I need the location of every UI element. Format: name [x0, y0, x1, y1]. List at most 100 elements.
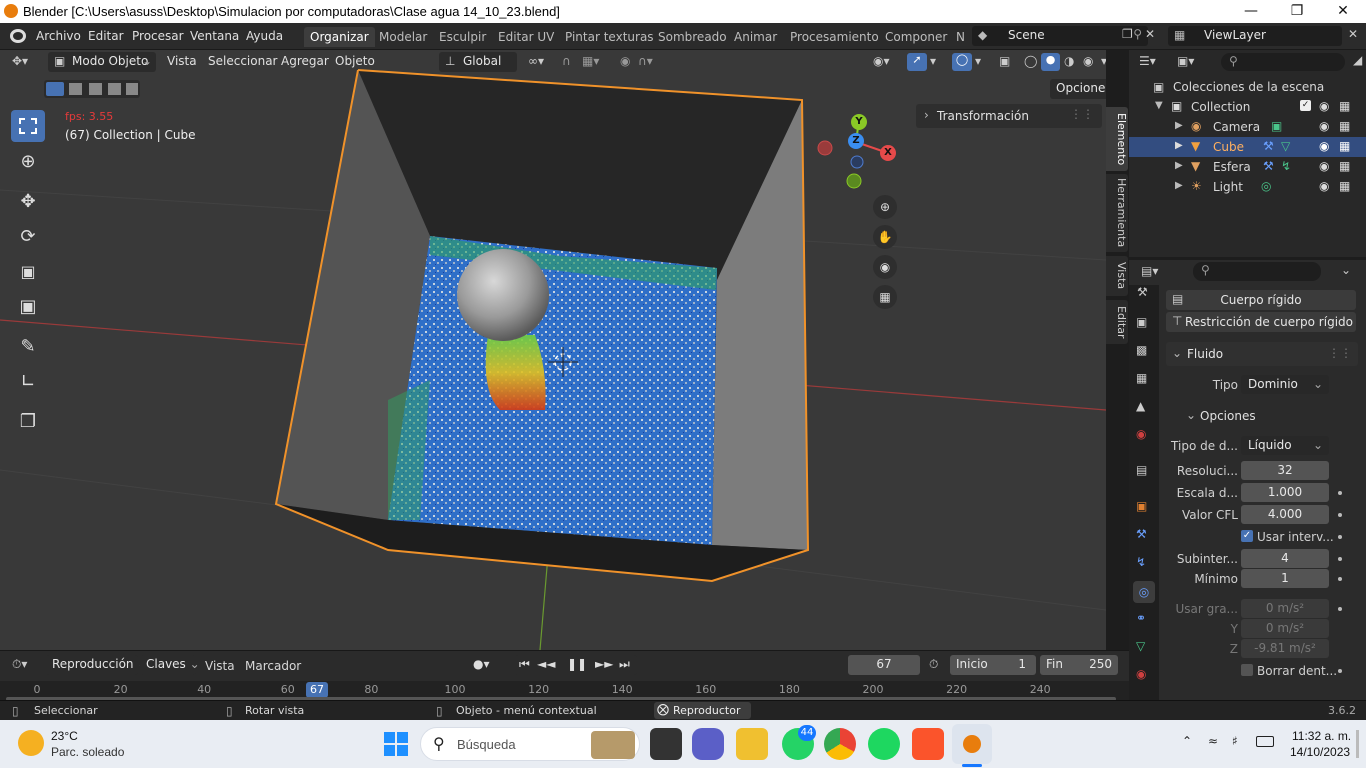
proportional-edit-icon[interactable]: ◉ [620, 54, 630, 68]
outliner-item-light[interactable]: ▶ ☀ Light ◎ ◉ ▦ [1129, 177, 1366, 197]
eye-icon[interactable]: ◉ [1319, 119, 1329, 133]
camera-data-icon[interactable]: ▣ [1271, 119, 1282, 133]
keyframe-record-icon[interactable]: ●▾ [473, 657, 490, 671]
menu-ayuda[interactable]: Ayuda [246, 29, 283, 43]
playhead[interactable]: 67 [306, 682, 329, 698]
rendered-shading-icon[interactable]: ◉ [1083, 54, 1093, 68]
ortho-grid-icon[interactable]: ▦ [873, 285, 897, 309]
outliner-item-collection[interactable]: ▼ ▣ Collection ✓ ◉ ▦ [1129, 97, 1366, 117]
pin-icon[interactable]: ⚲ [1133, 27, 1142, 41]
display-mode-icon[interactable]: ▣▾ [1177, 54, 1194, 68]
material-shading-icon[interactable]: ◑ [1064, 54, 1074, 68]
camera-render-icon[interactable]: ▦ [1339, 119, 1350, 133]
properties-type-icon[interactable]: ▤▾ [1141, 264, 1158, 278]
file-explorer-icon[interactable] [736, 728, 768, 760]
jump-end-icon[interactable]: ⏭ [619, 657, 630, 672]
tab-editar[interactable]: Editar [1106, 300, 1128, 344]
menu-marcador[interactable]: Marcador [245, 659, 301, 673]
tool-annotate[interactable]: ✎ [11, 330, 45, 362]
options-dropdown[interactable]: Opciones ⌄ [1050, 79, 1106, 99]
select-extend-icon[interactable] [69, 83, 82, 95]
pan-hand-icon[interactable]: ✋ [873, 225, 897, 249]
checkbox[interactable] [1241, 664, 1253, 676]
timeline-ruler[interactable]: 0 20 40 60 80 100 120 140 160 180 200 220 240 67 [0, 681, 1129, 701]
tab-pintar-texturas[interactable]: Pintar texturas [559, 27, 660, 47]
data-tab-icon[interactable]: ▽ [1136, 639, 1145, 653]
taskbar-search[interactable]: ⚲ Búsqueda [420, 727, 640, 761]
tab-herramienta[interactable]: Herramienta [1106, 174, 1128, 252]
keyframe-dot-icon[interactable] [1338, 513, 1342, 517]
eye-icon[interactable]: ◉ [1319, 139, 1329, 153]
tool-rotate[interactable]: ⟳ [11, 220, 45, 252]
menu-agregar[interactable]: Agregar [281, 54, 329, 68]
menu-objeto[interactable]: Objeto [335, 54, 375, 68]
xray-icon[interactable]: ▣ [999, 54, 1010, 68]
delete-scene-icon[interactable]: ✕ [1145, 27, 1155, 41]
chevron-up-icon[interactable]: ⌃ [1182, 734, 1192, 748]
mesh-data-icon[interactable]: ▽ [1281, 139, 1290, 153]
sphere-object[interactable] [457, 249, 549, 341]
property-field[interactable]: 32 [1241, 461, 1329, 480]
maximize-button[interactable]: ❐ [1274, 0, 1320, 23]
particles-tab-icon[interactable]: ↯ [1136, 555, 1146, 569]
blender-menu-icon[interactable] [10, 29, 26, 43]
constraints-tab-icon[interactable]: ⚭ [1136, 611, 1146, 625]
falloff-icon[interactable]: ∩▾ [638, 54, 653, 68]
windows-start-icon[interactable] [384, 732, 408, 756]
select-new-icon[interactable] [46, 82, 64, 96]
chevron-right-icon[interactable]: ▶ [1175, 160, 1183, 171]
outliner-item-cube[interactable]: ▶ ▼ Cube ⚒ ▽ ◉ ▦ [1129, 137, 1366, 157]
keyframe-dot-icon[interactable] [1338, 669, 1342, 673]
camera-render-icon[interactable]: ▦ [1339, 179, 1350, 193]
overlays-icon[interactable]: ◯ [952, 53, 972, 71]
wireframe-shading-icon[interactable]: ◯ [1024, 54, 1037, 68]
property-field[interactable]: 1.000 [1241, 483, 1329, 502]
zoom-icon[interactable]: ⊕ [873, 195, 897, 219]
camera-view-icon[interactable]: ◉ [873, 255, 897, 279]
tool-transform[interactable]: ▣ [11, 290, 45, 322]
modifier-tab-icon[interactable]: ⚒ [1136, 527, 1147, 541]
property-field[interactable]: 1 [1241, 569, 1329, 588]
outliner-item-camera[interactable]: ▶ ◉ Camera ▣ ◉ ▦ [1129, 117, 1366, 137]
weather-icon[interactable] [18, 730, 44, 756]
battery-icon[interactable] [1256, 736, 1274, 747]
player-job[interactable]: ⨂ Reproductor ... [654, 702, 751, 730]
tipo-dropdown[interactable]: Dominio ⌄ [1241, 375, 1329, 394]
eye-icon[interactable]: ◉ [1319, 99, 1329, 113]
select-intersect-icon[interactable] [126, 83, 138, 95]
outliner-type-icon[interactable]: ☰▾ [1139, 54, 1156, 68]
pause-icon[interactable]: ❚❚ [567, 657, 587, 671]
tab-organizar[interactable]: Organizar [304, 27, 375, 47]
chevron-right-icon[interactable]: ▶ [1175, 140, 1183, 151]
checkbox-icon[interactable]: ✓ [1300, 100, 1311, 111]
menu-reproduccion[interactable]: Reproducción ⌄ [46, 655, 147, 675]
tool-add-cube[interactable]: ❐ [11, 405, 45, 437]
volume-icon[interactable]: ♯ [1232, 734, 1238, 748]
current-frame-field[interactable]: 67 [848, 655, 920, 675]
property-field[interactable]: 0 m/s² [1241, 619, 1329, 638]
orientation-selector[interactable]: ⊥ Global [439, 52, 517, 72]
prev-keyframe-icon[interactable]: ◄◄ [537, 657, 555, 671]
tab-procesamiento[interactable]: Procesamiento [784, 27, 885, 47]
solid-shading-icon[interactable]: ● [1041, 53, 1060, 71]
mode-selector[interactable]: ▣ Modo Objeto ⌄ [48, 52, 156, 72]
camera-render-icon[interactable]: ▦ [1339, 99, 1350, 113]
output-tab-icon[interactable]: ▩ [1136, 343, 1147, 357]
scene-tab-icon[interactable]: ▲ [1136, 399, 1145, 413]
snap-target-icon[interactable]: ▦▾ [582, 54, 599, 68]
tool-cursor[interactable]: ⊕ [11, 145, 45, 177]
viewport-3d[interactable]: Y Z X ⊕ ✋ ◉ ▦ ✥▾ ▣ Modo Objeto ⌄ Vista S… [0, 50, 1106, 650]
property-dropdown[interactable]: Líquido ⌄ [1241, 436, 1329, 455]
chrome-icon[interactable] [824, 728, 856, 760]
filter-icon[interactable]: ◢ [1353, 53, 1362, 67]
rigid-body-button[interactable]: ▤ Cuerpo rígido [1166, 290, 1356, 310]
tab-esculpir[interactable]: Esculpir [433, 27, 492, 47]
menu-editar[interactable]: Editar [88, 29, 124, 43]
properties-options-icon[interactable]: ⌄ [1341, 263, 1351, 277]
cancel-icon[interactable]: ⨂ [657, 702, 669, 716]
brave-icon[interactable] [912, 728, 944, 760]
outliner-item-esfera[interactable]: ▶ ▼ Esfera ⚒ ↯ ◉ ▦ [1129, 157, 1366, 177]
chevron-right-icon[interactable]: ▶ [1175, 120, 1183, 131]
tab-more[interactable]: N [950, 27, 971, 47]
viewlayer-selector[interactable]: ▦ ViewLayer [1168, 26, 1342, 46]
